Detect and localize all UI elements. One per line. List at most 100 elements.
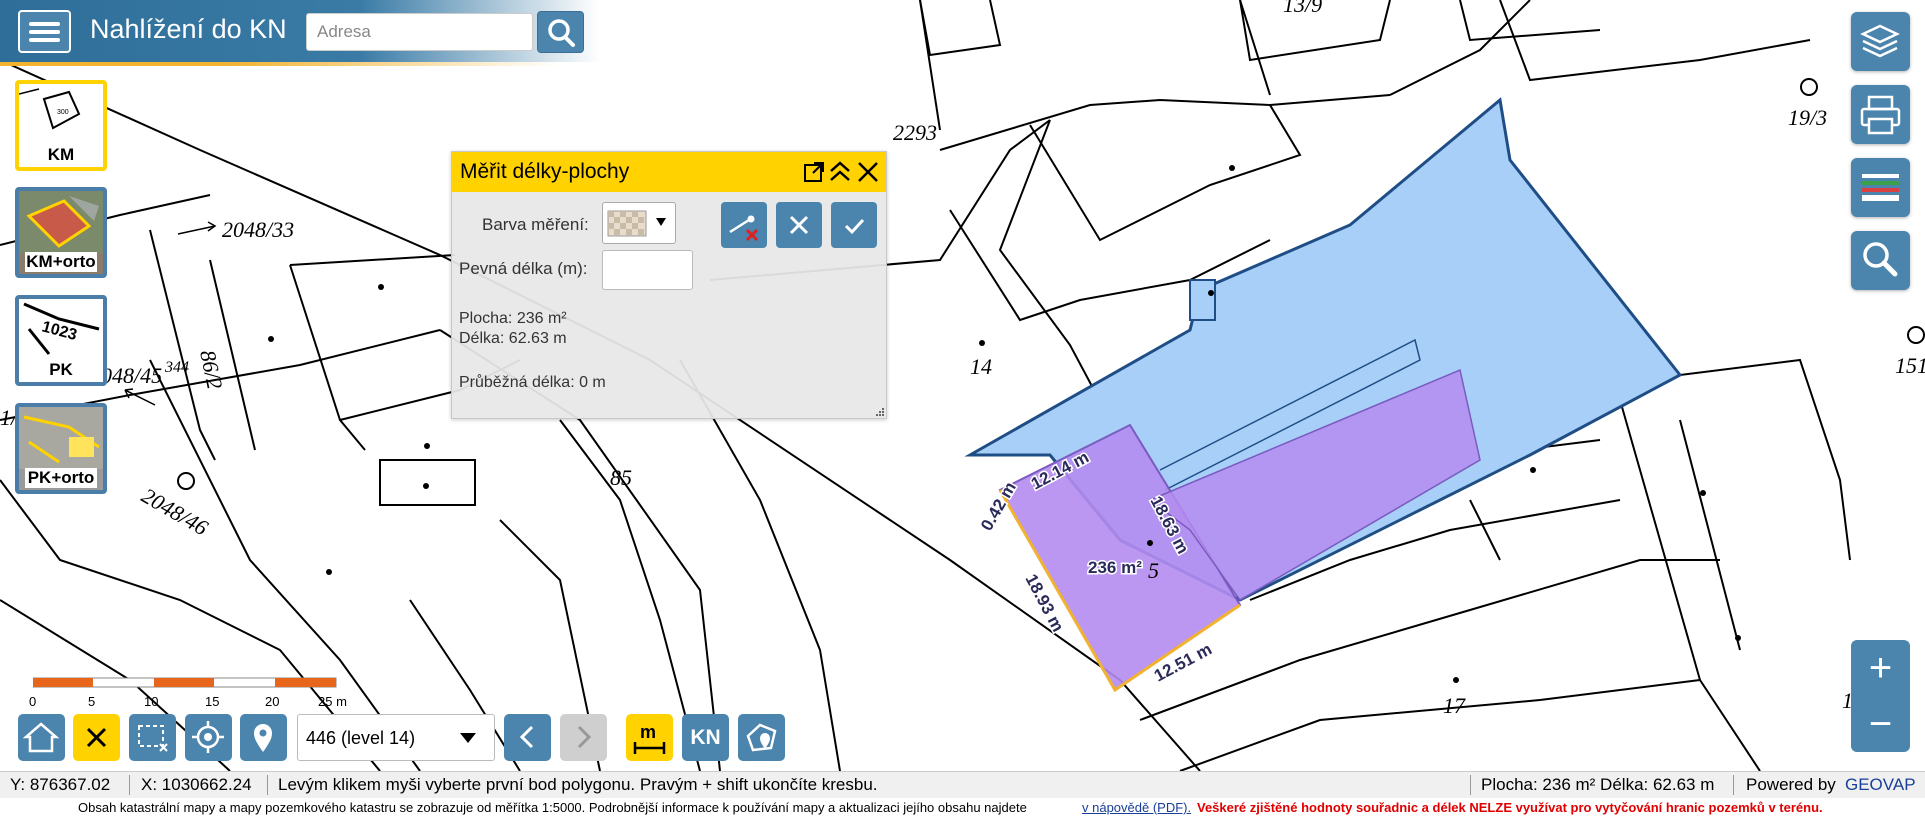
scale-label-20: 20 xyxy=(265,694,280,709)
x-coordinate: X: 1030662.24 xyxy=(141,775,252,794)
measure-area: 236 m² xyxy=(1088,558,1142,577)
confirm-measure-button[interactable] xyxy=(831,202,877,248)
zoom-level-select[interactable]: 446 (level 14) xyxy=(297,714,495,761)
cancel-measure-button[interactable] xyxy=(776,202,822,248)
check-icon xyxy=(844,218,865,235)
printer-icon xyxy=(1860,95,1901,135)
footer: Obsah katastrální mapy a mapy pozemkovéh… xyxy=(0,798,1925,822)
geovap-link[interactable]: GEOVAP xyxy=(1845,775,1916,795)
parcel-label-86-2: 86/2 xyxy=(195,348,228,391)
color-label: Barva měření: xyxy=(482,215,589,234)
parcel-label-85: 85 xyxy=(610,465,632,490)
parcel-label-14: 14 xyxy=(970,354,992,379)
home-button[interactable] xyxy=(18,714,65,761)
legend-button[interactable] xyxy=(1851,158,1910,217)
chevron-right-icon xyxy=(577,725,592,749)
polygon-pin-icon xyxy=(746,723,777,752)
popout-icon[interactable] xyxy=(800,158,828,186)
search-tool-button[interactable] xyxy=(1851,231,1910,290)
scale-label-15: 15 xyxy=(205,694,220,709)
layers-button[interactable] xyxy=(1851,12,1910,71)
address-search-input[interactable] xyxy=(306,13,533,51)
header-accent xyxy=(0,62,560,66)
parcel-label-19-3: 19/3 xyxy=(1788,105,1827,130)
place-marker-button[interactable] xyxy=(240,714,287,761)
parcel-label-5: 5 xyxy=(1148,558,1159,583)
zoom-level-value: 446 (level 14) xyxy=(306,728,416,748)
zoom-in-button[interactable]: + xyxy=(1851,640,1910,696)
scale-label-10: 10 xyxy=(144,694,159,709)
status-measure: Plocha: 236 m² Délka: 62.63 m xyxy=(1481,775,1715,794)
scale-bar xyxy=(33,677,337,688)
help-pdf-link[interactable]: v nápovědě (PDF). xyxy=(1082,800,1191,815)
parcel-label-2048-46: 2048/46 xyxy=(138,483,213,541)
remove-point-button[interactable] xyxy=(721,202,767,248)
running-length-value: Průběžná délka: 0 m xyxy=(459,374,606,391)
layer-pk-orto[interactable]: PK+orto xyxy=(15,403,107,494)
magnifier-icon xyxy=(1863,242,1898,277)
color-picker[interactable] xyxy=(602,202,676,244)
clear-x-icon xyxy=(86,727,107,748)
length-value: Délka: 62.63 m xyxy=(459,330,567,347)
print-button[interactable] xyxy=(1851,85,1910,144)
remove-vertex-icon xyxy=(729,215,759,242)
back-button[interactable] xyxy=(504,714,551,761)
forward-button[interactable] xyxy=(560,714,607,761)
home-icon xyxy=(22,722,60,753)
checker-swatch-icon xyxy=(607,210,666,237)
status-hint: Levým klikem myši vyberte první bod poly… xyxy=(278,775,878,794)
zoom-out-button[interactable]: − xyxy=(1851,696,1910,752)
powered-by-label: Powered by xyxy=(1746,775,1836,794)
parcel-label-2048-33: 2048/33 xyxy=(222,217,294,242)
scale-label-5: 5 xyxy=(88,694,96,709)
legend-icon xyxy=(1862,174,1899,201)
map-pin-icon xyxy=(254,724,272,752)
pk-layer-icon: 1023 xyxy=(23,302,100,355)
cadastral-map[interactable]: 2293 2048/33 86/2 344 2048/45 14 85 2048… xyxy=(0,0,1925,771)
svg-text:m: m xyxy=(640,722,656,742)
pk-orto-layer-icon xyxy=(19,407,103,469)
y-coordinate: Y: 876367.02 xyxy=(10,775,111,794)
kn-info-button[interactable]: KN xyxy=(682,714,729,761)
layer-km-orto-label: KM+orto xyxy=(25,252,97,272)
x-icon xyxy=(789,215,809,235)
layer-pk-orto-label: PK+orto xyxy=(25,468,97,488)
area-value: Plocha: 236 m² xyxy=(459,310,567,327)
dialog-header: Měřit délky-plochy xyxy=(452,152,886,192)
chevron-left-icon xyxy=(519,725,534,749)
app-root: 2293 2048/33 86/2 344 2048/45 14 85 2048… xyxy=(0,0,1925,822)
clear-button[interactable] xyxy=(73,714,120,761)
zoom-control: + − xyxy=(1851,640,1910,752)
locate-button[interactable] xyxy=(185,714,232,761)
chevron-down-icon xyxy=(460,733,476,743)
dialog-title: Měřit délky-plochy xyxy=(460,160,630,183)
close-icon[interactable] xyxy=(854,158,882,186)
parcel-label-344: 344 xyxy=(164,359,189,376)
measure-dialog: Měřit délky-plochy Barva měření: Pevná d… xyxy=(451,151,887,419)
collapse-icon[interactable] xyxy=(826,158,854,186)
map-canvas[interactable]: 2293 2048/33 86/2 344 2048/45 14 85 2048… xyxy=(0,0,1925,771)
crosshair-icon xyxy=(192,721,224,753)
svg-text:300: 300 xyxy=(57,109,69,116)
layer-pk[interactable]: 1023 PK xyxy=(15,295,107,386)
fixed-length-input[interactable] xyxy=(602,250,693,290)
scale-label-25: 25 m xyxy=(318,694,347,709)
ruler-icon: m xyxy=(633,722,666,754)
footer-warning: Veškeré zjištěné hodnoty souřadnic a dél… xyxy=(1197,800,1823,815)
km-orto-layer-icon xyxy=(19,191,103,253)
menu-icon xyxy=(29,22,60,26)
menu-button[interactable] xyxy=(18,10,71,53)
search-icon xyxy=(548,19,575,47)
draw-parcel-button[interactable] xyxy=(738,714,785,761)
search-button[interactable] xyxy=(537,11,584,53)
scale-label-0: 0 xyxy=(29,694,37,709)
km-layer-icon: 300 xyxy=(19,88,81,130)
select-area-button[interactable] xyxy=(129,714,176,761)
resize-grip-icon[interactable] xyxy=(874,406,886,418)
layer-km-orto[interactable]: KM+orto xyxy=(15,187,107,278)
kn-button-label: KN xyxy=(690,726,721,749)
measure-tool-button[interactable]: m xyxy=(626,714,673,761)
status-bar: Y: 876367.02 X: 1030662.24 Levým klikem … xyxy=(0,771,1925,798)
layer-km[interactable]: 300 KM xyxy=(15,80,107,171)
parcel-label-17: 17 xyxy=(1443,693,1466,718)
